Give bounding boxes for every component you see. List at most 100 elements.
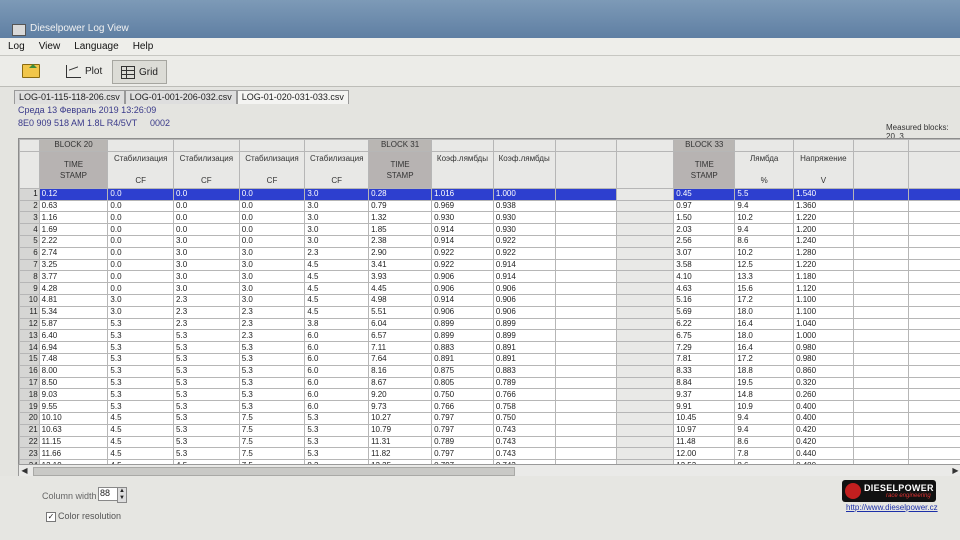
grid-cell[interactable]: 6.22 <box>673 317 736 331</box>
grid-cell[interactable]: 3.0 <box>107 293 175 307</box>
grid-cell[interactable]: 5.3 <box>107 376 175 390</box>
grid-cell[interactable] <box>852 187 910 201</box>
lambda-header[interactable]: Лямбда% <box>734 150 795 189</box>
grid-cell[interactable]: 9.4 <box>734 423 795 437</box>
grid-cell[interactable]: 7.5 <box>238 411 306 425</box>
stab-header-1[interactable]: Стабилизация CF <box>107 150 175 189</box>
table-row[interactable]: 6 2.74 0.0 3.0 3.0 2.3 2.90 0.922 0.922 3.07 10.2 1… <box>19 246 960 260</box>
grid-cell[interactable] <box>908 187 960 201</box>
grid-cell[interactable]: 0.930 <box>492 223 556 236</box>
grid-cell[interactable]: 5.87 <box>38 317 109 331</box>
grid-cell[interactable] <box>554 246 617 260</box>
grid-cell[interactable]: 12.00 <box>673 447 736 461</box>
grid-cell[interactable]: 0.930 <box>492 211 556 225</box>
grid-cell[interactable] <box>908 364 960 378</box>
grid-cell[interactable]: 0.320 <box>793 376 854 390</box>
grid-cell[interactable]: 0.906 <box>431 305 494 319</box>
grid-cell[interactable]: 1.220 <box>793 211 854 225</box>
grid-cell[interactable]: 7.48 <box>38 352 109 366</box>
grid-cell[interactable]: 5.3 <box>304 435 370 449</box>
table-row[interactable]: 18 9.03 5.3 5.3 5.3 6.0 9.20 0.750 0.766 9.37 14.8… <box>19 388 960 402</box>
grid-cell[interactable]: 9.20 <box>368 388 433 402</box>
grid-cell[interactable]: 5.3 <box>304 447 370 461</box>
grid-cell[interactable]: 0.0 <box>107 258 175 272</box>
grid-cell[interactable]: 6.0 <box>304 400 370 413</box>
tab-log-020[interactable]: LOG-01-020-031-033.csv <box>236 90 349 104</box>
grid-cell[interactable]: 0.766 <box>492 388 556 402</box>
table-row[interactable]: 12 5.87 5.3 2.3 2.3 3.8 6.04 0.899 0.899 6.22 16.4… <box>19 317 960 331</box>
grid-cell[interactable]: 1.16 <box>38 211 109 225</box>
grid-cell[interactable]: 0.789 <box>492 376 556 390</box>
grid-cell[interactable]: 0.938 <box>492 199 556 213</box>
grid-cell[interactable]: 14.8 <box>734 388 795 402</box>
grid-cell[interactable]: 7.8 <box>734 447 795 461</box>
grid-cell[interactable]: 0.0 <box>238 223 306 236</box>
grid-cell[interactable]: 9.03 <box>38 388 109 402</box>
grid-cell[interactable]: 0.0 <box>107 199 175 213</box>
grid-cell[interactable]: 8.6 <box>734 435 795 449</box>
grid-cell[interactable]: 18.0 <box>734 305 795 319</box>
grid-cell[interactable]: 2.74 <box>38 246 109 260</box>
grid-cell[interactable]: 1.280 <box>793 246 854 260</box>
grid-cell[interactable] <box>554 329 617 343</box>
grid-cell[interactable]: 0.743 <box>492 423 556 437</box>
grid-cell[interactable] <box>554 270 617 284</box>
grid-cell[interactable]: 1.000 <box>793 329 854 343</box>
grid-cell[interactable] <box>554 282 617 295</box>
grid-cell[interactable]: 3.41 <box>368 258 433 272</box>
grid-cell[interactable]: 6.94 <box>38 341 109 354</box>
grid-cell[interactable]: 0.0 <box>238 187 306 201</box>
grid-cell[interactable] <box>852 388 910 402</box>
grid-cell[interactable]: 3.8 <box>304 317 370 331</box>
grid-cell[interactable]: 17.2 <box>734 293 795 307</box>
table-row[interactable]: 22 11.15 4.5 5.3 7.5 5.3 11.31 0.789 0.743 11.48 8… <box>19 435 960 449</box>
grid-cell[interactable]: 0.883 <box>492 364 556 378</box>
grid-cell[interactable] <box>908 305 960 319</box>
grid-cell[interactable]: 0.969 <box>431 199 494 213</box>
row-number-cell[interactable]: 13 <box>19 329 40 343</box>
grid-cell[interactable]: 0.0 <box>107 187 175 201</box>
table-row[interactable]: 9 4.28 0.0 3.0 3.0 4.5 4.45 0.906 0.906 4.63 15.6 1… <box>19 282 960 295</box>
grid-cell[interactable]: 0.789 <box>431 435 494 449</box>
grid-cell[interactable]: 4.5 <box>304 270 370 284</box>
grid-cell[interactable]: 4.81 <box>38 293 109 307</box>
grid-cell[interactable]: 16.4 <box>734 317 795 331</box>
b33-timestamp-header[interactable]: TIME STAMP <box>673 150 736 189</box>
row-number-cell[interactable]: 1 <box>19 187 40 201</box>
grid-cell[interactable]: 5.51 <box>368 305 433 319</box>
grid-cell[interactable] <box>554 293 617 307</box>
grid-cell[interactable] <box>908 376 960 390</box>
grid-cell[interactable] <box>908 352 960 366</box>
table-row[interactable]: 7 3.25 0.0 3.0 3.0 4.5 3.41 0.922 0.914 3.58 12.5 1… <box>19 258 960 272</box>
grid-cell[interactable] <box>852 341 910 354</box>
table-row[interactable]: 11 5.34 3.0 2.3 2.3 4.5 5.51 0.906 0.906 5.69 18.0… <box>19 305 960 319</box>
table-row[interactable]: 1 0.12 0.0 0.0 0.0 3.0 0.28 1.016 1.000 0.45 5.5 1.… <box>19 187 960 201</box>
grid-cell[interactable] <box>554 423 617 437</box>
grid-cell[interactable] <box>908 317 960 331</box>
grid-cell[interactable] <box>554 435 617 449</box>
grid-cell[interactable]: 3.0 <box>304 211 370 225</box>
grid-cell[interactable]: 7.5 <box>238 423 306 437</box>
menu-language[interactable]: Language <box>66 38 125 52</box>
grid-cell[interactable] <box>852 270 910 284</box>
grid-cell[interactable]: 3.0 <box>173 246 240 260</box>
grid-cell[interactable]: 4.28 <box>38 282 109 295</box>
grid-cell[interactable]: 0.758 <box>492 400 556 413</box>
grid-cell[interactable]: 5.3 <box>173 447 240 461</box>
row-number-cell[interactable]: 17 <box>19 376 40 390</box>
table-row[interactable]: 3 1.16 0.0 0.0 0.0 3.0 1.32 0.930 0.930 1.50 10.2 1… <box>19 211 960 225</box>
grid-cell[interactable]: 18.0 <box>734 329 795 343</box>
table-row[interactable]: 15 7.48 5.3 5.3 5.3 6.0 7.64 0.891 0.891 7.81 17.2… <box>19 352 960 366</box>
grid-cell[interactable]: 0.0 <box>173 187 240 201</box>
grid-cell[interactable]: 0.797 <box>431 411 494 425</box>
grid-cell[interactable]: 2.3 <box>304 246 370 260</box>
grid-cell[interactable] <box>554 341 617 354</box>
menu-help[interactable]: Help <box>125 38 160 52</box>
grid-cell[interactable]: 12.5 <box>734 258 795 272</box>
grid-cell[interactable]: 3.58 <box>673 258 736 272</box>
grid-cell[interactable]: 5.3 <box>107 317 175 331</box>
grid-cell[interactable]: 1.69 <box>38 223 109 236</box>
grid-cell[interactable]: 4.5 <box>304 305 370 319</box>
grid-cell[interactable]: 5.3 <box>107 352 175 366</box>
grid-cell[interactable]: 8.50 <box>38 376 109 390</box>
